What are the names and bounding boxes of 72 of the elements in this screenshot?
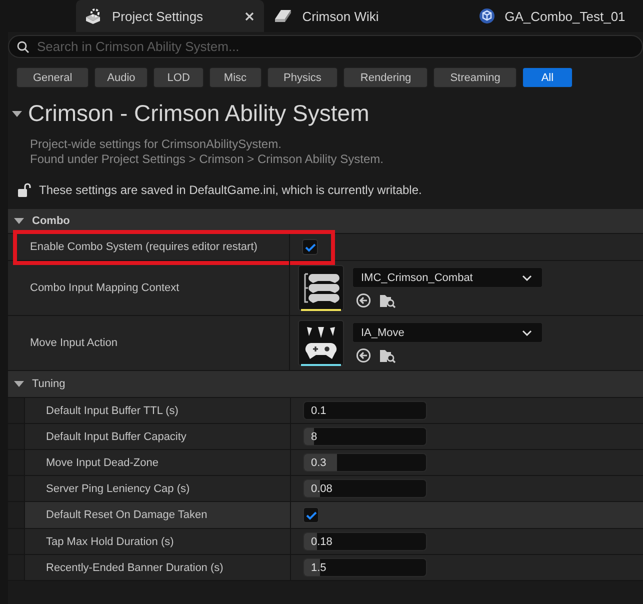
checkbox[interactable] [303, 507, 319, 523]
caret-icon [522, 330, 532, 336]
indent-gutter [8, 502, 25, 528]
description-text: Found under Project Settings > Crimson > Crimson Ability System. [30, 152, 384, 167]
category-header[interactable]: Tuning [32, 378, 66, 390]
asset-dropdown[interactable]: IMC_Crimson_Combat [352, 267, 543, 288]
category-filter-button[interactable]: All [522, 67, 573, 88]
cube-icon [478, 8, 495, 24]
property-row[interactable]: Move Input Action IA_Move [8, 316, 643, 371]
number-field[interactable]: 8 [303, 427, 427, 446]
asset-thumbnail[interactable] [298, 265, 344, 311]
property-label: Default Input Buffer TTL (s) [46, 404, 178, 416]
checkbox[interactable] [302, 239, 318, 255]
category-filter-button[interactable]: LOD [153, 67, 204, 88]
settings-title: Crimson - Crimson Ability System [28, 100, 370, 127]
property-label: Move Input Dead-Zone [46, 456, 159, 468]
category-filter-button[interactable]: General [16, 67, 90, 88]
use-selected-icon[interactable] [356, 348, 371, 363]
property-row[interactable]: Move Input Dead-Zone 0.3 [8, 450, 643, 476]
gear-box-icon [84, 8, 102, 24]
category-filter-button[interactable]: Streaming [433, 67, 518, 88]
unlocked-padlock-icon [18, 183, 31, 197]
property-row[interactable]: Tap Max Hold Duration (s) 0.18 [8, 529, 643, 555]
search-icon [17, 41, 29, 53]
number-field[interactable]: 0.1 [303, 401, 427, 420]
checkmark-icon [304, 242, 316, 252]
number-field[interactable]: 1.5 [303, 558, 427, 577]
property-label: Combo Input Mapping Context [30, 282, 180, 294]
number-field[interactable]: 0.3 [303, 453, 427, 472]
editor-tab[interactable]: Crimson Wiki [266, 0, 453, 32]
editor-tab[interactable]: GA_Combo_Test_01 [454, 0, 643, 32]
category-filter-button[interactable]: Misc [208, 67, 262, 88]
category-header[interactable]: Combo [32, 215, 70, 227]
category-filter-button[interactable]: Rendering [343, 67, 428, 88]
property-label: Default Input Buffer Capacity [46, 430, 186, 442]
tab-label: Crimson Wiki [302, 8, 379, 24]
number-field[interactable]: 0.08 [303, 479, 427, 498]
property-label: Tap Max Hold Duration (s) [46, 536, 174, 548]
tab-label: GA_Combo_Test_01 [504, 8, 626, 24]
search-field[interactable]: Search in Crimson Ability System... [8, 35, 643, 58]
category-filter-button[interactable]: Audio [94, 67, 148, 88]
book-icon [274, 9, 292, 23]
property-row[interactable]: Server Ping Leniency Cap (s) 0.08 [8, 476, 643, 502]
number-field[interactable]: 0.18 [303, 532, 427, 551]
editor-tab[interactable]: Project Settings [76, 0, 264, 32]
property-row[interactable]: Recently-Ended Banner Duration (s) 1.5 [8, 555, 643, 581]
close-icon[interactable] [245, 12, 254, 20]
collapse-arrow-icon[interactable] [14, 218, 24, 224]
asset-dropdown[interactable]: IA_Move [352, 322, 543, 343]
browse-folder-icon[interactable] [379, 293, 396, 309]
caret-icon [522, 274, 532, 280]
property-label: Enable Combo System (requires editor restart) [30, 241, 258, 253]
property-label: Recently-Ended Banner Duration (s) [46, 562, 224, 574]
asset-thumbnail[interactable] [298, 320, 344, 366]
checkmark-icon [306, 510, 316, 520]
property-row[interactable]: Default Reset On Damage Taken [8, 502, 643, 529]
property-row[interactable]: Combo Input Mapping Context IMC_Crimson_Combat [8, 261, 643, 316]
indent-gutter [8, 529, 25, 554]
tab-label: Project Settings [112, 8, 204, 24]
collapse-arrow-icon[interactable] [12, 110, 22, 116]
category-filter-button[interactable]: Physics [266, 67, 338, 88]
indent-gutter [8, 476, 25, 501]
collapse-arrow-icon[interactable] [14, 381, 24, 387]
property-label: Move Input Action [30, 337, 118, 349]
description-text: Project-wide settings for CrimsonAbilitySystem. [30, 137, 282, 152]
use-selected-icon[interactable] [356, 293, 371, 308]
property-row[interactable]: Default Input Buffer TTL (s) 0.1 [8, 398, 643, 424]
config-note: These settings are saved in DefaultGame.ini, which is currently writable. [39, 183, 422, 197]
browse-folder-icon[interactable] [379, 348, 396, 364]
property-label: Default Reset On Damage Taken [46, 509, 208, 521]
property-row[interactable]: Default Input Buffer Capacity 8 [8, 424, 643, 450]
property-label: Server Ping Leniency Cap (s) [46, 482, 190, 494]
